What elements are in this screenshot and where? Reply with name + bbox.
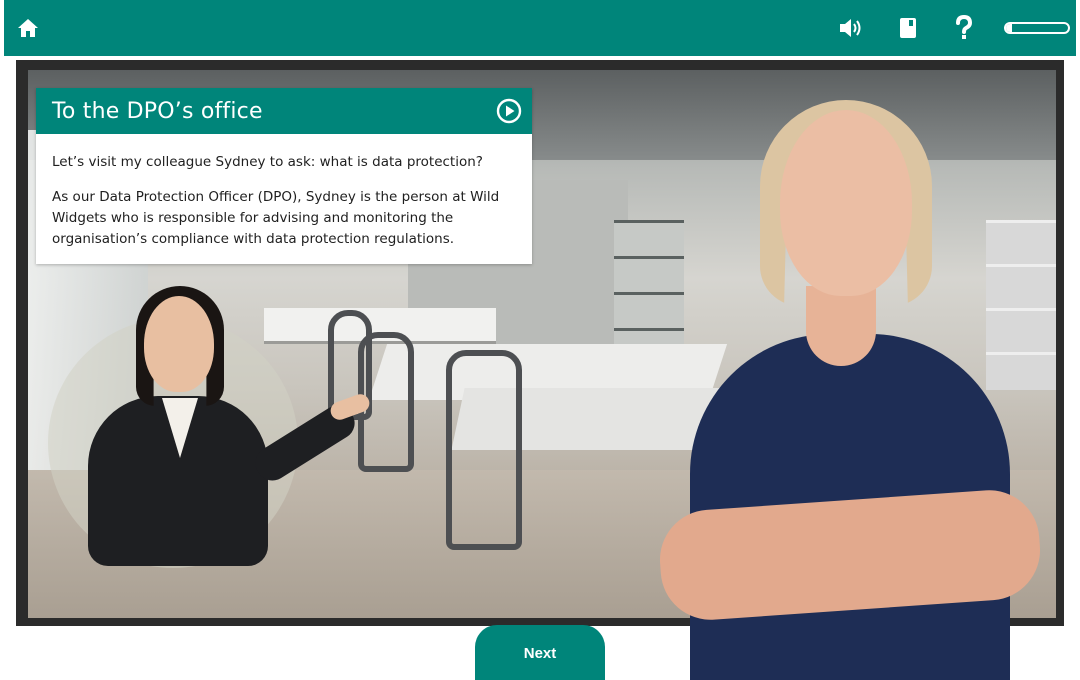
card-paragraph: Let’s visit my colleague Sydney to ask: … <box>52 154 483 170</box>
top-toolbar <box>4 0 1076 56</box>
card-header: To the DPO’s office <box>36 88 532 134</box>
next-button[interactable]: Next <box>475 625 605 680</box>
progress-bar <box>1004 22 1070 34</box>
progress-fill <box>1006 24 1013 32</box>
play-audio-icon[interactable] <box>496 98 522 124</box>
card-title: To the DPO’s office <box>52 98 263 124</box>
character-head <box>144 296 214 392</box>
guide-character <box>40 286 372 568</box>
book-icon[interactable] <box>892 12 924 44</box>
office-chair <box>446 350 522 550</box>
card-paragraph: As our Data Protection Officer (DPO), Sy… <box>52 189 500 247</box>
dpo-character <box>656 100 1044 680</box>
character-head <box>780 110 912 296</box>
card-body: Let’s visit my colleague Sydney to ask: … <box>36 134 532 250</box>
question-icon[interactable] <box>948 12 980 44</box>
speaker-icon[interactable] <box>834 12 866 44</box>
character-neck <box>806 286 876 366</box>
home-icon[interactable] <box>12 12 44 44</box>
info-card: To the DPO’s office Let’s visit my colle… <box>36 88 532 264</box>
